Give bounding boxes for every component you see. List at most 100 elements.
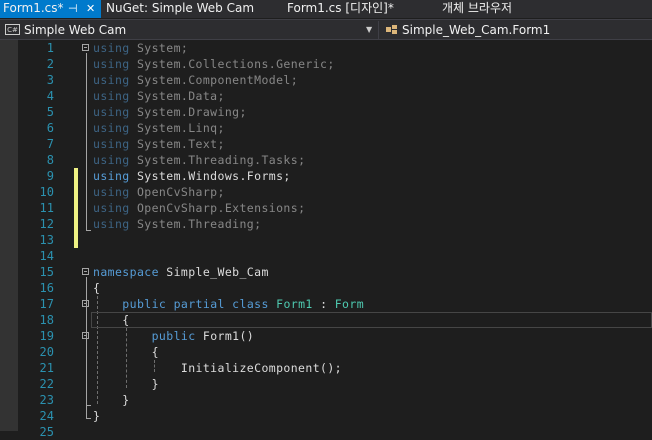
- code-text: }: [93, 377, 159, 391]
- code-line[interactable]: 13: [0, 232, 652, 248]
- tab-form1-cs[interactable]: Form1.cs* ⊣ ✕: [0, 0, 101, 18]
- code-text: {: [93, 313, 130, 327]
- document-tab-strip: Form1.cs* ⊣ ✕ NuGet: Simple Web Cam Form…: [0, 0, 652, 18]
- code-text: using OpenCvSharp.Extensions;: [93, 201, 306, 215]
- code-line[interactable]: 15 namespace Simple_Web_Cam: [0, 264, 652, 280]
- change-marker: [74, 168, 78, 184]
- code-text: using System.Linq;: [93, 121, 225, 135]
- code-line[interactable]: 11 using OpenCvSharp.Extensions;: [0, 200, 652, 216]
- change-marker: [74, 184, 78, 200]
- code-text: public partial class Form1 : Form: [122, 297, 365, 311]
- line-number: 2: [46, 57, 54, 71]
- line-number: 17: [39, 297, 54, 311]
- code-line[interactable]: 8 using System.Threading.Tasks;: [0, 152, 652, 168]
- line-number: 4: [46, 89, 54, 103]
- collapse-icon[interactable]: [82, 332, 89, 339]
- line-number: 16: [39, 281, 54, 295]
- code-line[interactable]: 18 {: [0, 312, 652, 328]
- line-number: 12: [39, 217, 54, 231]
- code-text: using System.Collections.Generic;: [93, 57, 335, 71]
- code-line[interactable]: 3 using System.ComponentModel;: [0, 72, 652, 88]
- chevron-down-icon: ▼: [366, 25, 373, 34]
- class-dropdown[interactable]: Simple_Web_Cam.Form1: [382, 21, 652, 39]
- tab-label: Form1.cs*: [3, 1, 64, 15]
- code-text: }: [93, 409, 101, 423]
- line-number: 5: [46, 105, 54, 119]
- code-text: using System.Drawing;: [93, 105, 247, 119]
- line-number: 11: [39, 201, 54, 215]
- code-line[interactable]: 1 using System;: [0, 40, 652, 56]
- line-number: 19: [39, 329, 54, 343]
- code-line[interactable]: 9 using System.Windows.Forms;: [0, 168, 652, 184]
- code-text: {: [93, 345, 159, 359]
- code-line[interactable]: 14: [0, 248, 652, 264]
- code-line[interactable]: 19 public Form1(): [0, 328, 652, 344]
- code-line[interactable]: 4 using System.Data;: [0, 88, 652, 104]
- code-text: InitializeComponent();: [93, 361, 343, 375]
- code-text: namespace Simple_Web_Cam: [93, 265, 269, 279]
- csharp-project-icon: C#: [5, 24, 20, 35]
- code-text: using System;: [93, 41, 189, 55]
- code-text: {: [93, 281, 101, 295]
- line-number: 15: [39, 265, 54, 279]
- code-line[interactable]: 20 {: [0, 344, 652, 360]
- class-label: Simple_Web_Cam.Form1: [402, 23, 551, 37]
- close-icon[interactable]: ✕: [86, 0, 95, 17]
- line-number: 23: [39, 393, 54, 407]
- code-text: using System.ComponentModel;: [93, 73, 299, 87]
- change-marker: [74, 232, 78, 248]
- line-number: 8: [46, 153, 54, 167]
- code-line[interactable]: 10 using OpenCvSharp;: [0, 184, 652, 200]
- code-line[interactable]: 24 }: [0, 408, 652, 424]
- navigation-bar: C# Simple Web Cam ▼ Simple_Web_Cam.Form1: [0, 19, 652, 40]
- tab-label: NuGet: Simple Web Cam: [106, 1, 255, 15]
- code-line[interactable]: 25: [0, 424, 652, 440]
- code-text: public Form1(): [151, 329, 255, 343]
- code-line[interactable]: 12 using System.Threading;: [0, 216, 652, 232]
- line-number: 10: [39, 185, 54, 199]
- line-number: 22: [39, 377, 54, 391]
- code-line[interactable]: 23 }: [0, 392, 652, 408]
- line-number: 14: [39, 249, 54, 263]
- line-number: 1: [46, 41, 54, 55]
- collapse-icon[interactable]: [82, 44, 89, 51]
- code-text: using System.Text;: [93, 137, 225, 151]
- code-line[interactable]: 7 using System.Text;: [0, 136, 652, 152]
- collapse-icon[interactable]: [82, 268, 89, 275]
- line-number: 25: [39, 425, 54, 439]
- project-dropdown[interactable]: C# Simple Web Cam ▼: [0, 21, 379, 39]
- line-number: 13: [39, 233, 54, 247]
- project-label: Simple Web Cam: [24, 23, 127, 37]
- tab-nuget[interactable]: NuGet: Simple Web Cam: [101, 0, 274, 18]
- line-number: 20: [39, 345, 54, 359]
- code-line[interactable]: 21 InitializeComponent();: [0, 360, 652, 376]
- code-line[interactable]: 17 public partial class Form1 : Form: [0, 296, 652, 312]
- line-number: 6: [46, 121, 54, 135]
- code-text: }: [93, 393, 130, 407]
- tab-form1-designer[interactable]: Form1.cs [디자인]*: [287, 0, 427, 18]
- code-text: using System.Data;: [93, 89, 225, 103]
- pin-icon[interactable]: ⊣: [68, 0, 78, 17]
- line-number: 18: [39, 313, 54, 327]
- code-text: using System.Windows.Forms;: [93, 169, 291, 183]
- line-number: 7: [46, 137, 54, 151]
- change-marker: [74, 200, 78, 216]
- tab-label: Form1.cs [디자인]*: [287, 1, 394, 15]
- code-line[interactable]: 16 {: [0, 280, 652, 296]
- code-line[interactable]: 2 using System.Collections.Generic;: [0, 56, 652, 72]
- line-number: 24: [39, 409, 54, 423]
- tab-object-browser[interactable]: 개체 브라우저: [442, 0, 562, 18]
- change-marker: [74, 216, 78, 232]
- line-number: 3: [46, 73, 54, 87]
- code-line[interactable]: 5 using System.Drawing;: [0, 104, 652, 120]
- collapse-icon[interactable]: [82, 300, 89, 307]
- tab-label: 개체 브라우저: [442, 1, 513, 15]
- line-number: 9: [46, 169, 54, 183]
- code-editor[interactable]: 1 using System; 2 using System.Collectio…: [0, 40, 652, 439]
- line-number: 21: [39, 361, 54, 375]
- code-text: using OpenCvSharp;: [93, 185, 225, 199]
- class-icon: [386, 25, 397, 34]
- code-text: using System.Threading.Tasks;: [93, 153, 306, 167]
- code-line[interactable]: 6 using System.Linq;: [0, 120, 652, 136]
- code-line[interactable]: 22 }: [0, 376, 652, 392]
